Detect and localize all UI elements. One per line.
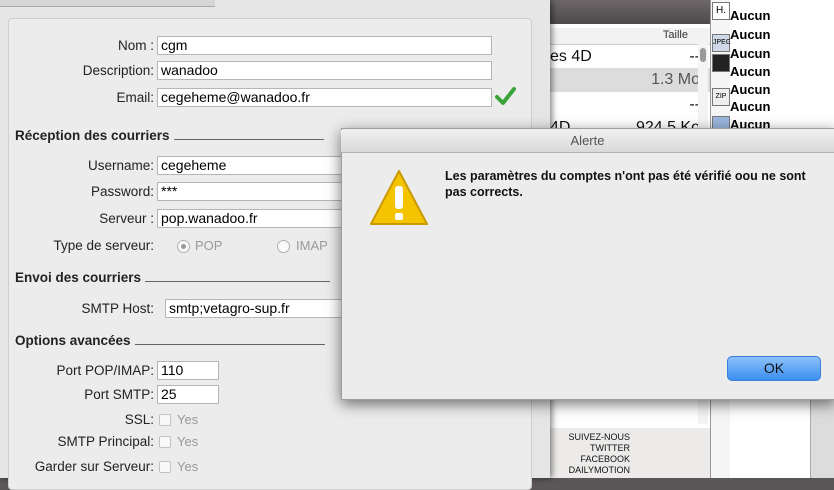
ok-button[interactable]: OK	[727, 356, 821, 381]
window-top-strip	[0, 0, 215, 7]
email-field[interactable]: cegeheme@wanadoo.fr	[157, 88, 492, 107]
background-list-row[interactable]: 1.3 Mo	[548, 68, 710, 92]
server-type-label: Type de serveur:	[53, 238, 154, 253]
aucun-label: Aucun	[730, 82, 771, 97]
radio-imap-label: IMAP	[296, 238, 328, 253]
smtp-host-field[interactable]: smtp;vetagro-sup.fr	[165, 299, 347, 318]
jpeg-file-icon[interactable]: JPEG	[712, 34, 732, 52]
port-smtp-label: Port SMTP:	[84, 387, 154, 402]
aucun-label: Aucun	[730, 99, 771, 114]
aucun-label: Aucun	[730, 8, 771, 23]
smtp-principal-label: SMTP Principal:	[57, 434, 154, 449]
thumb-label: H.	[716, 5, 726, 16]
radio-pop[interactable]	[177, 240, 190, 253]
description-field[interactable]: wanadoo	[157, 61, 492, 80]
thumbnail-h-icon[interactable]: H.	[712, 2, 730, 20]
row-name: es 4D	[550, 48, 592, 65]
email-label: Email:	[116, 90, 154, 105]
username-label: Username:	[87, 158, 154, 173]
serveur-field[interactable]: pop.wanadoo.fr	[157, 209, 347, 228]
alert-title: Alerte	[570, 133, 605, 148]
social-links: SUIVEZ-NOUS TWITTER FACEBOOK DAILYMOTION	[560, 432, 630, 476]
section-title: Réception des courriers	[15, 128, 170, 143]
section-title: Options avancées	[15, 333, 131, 348]
warning-icon	[370, 170, 428, 225]
serveur-label: Serveur :	[99, 211, 154, 226]
background-scroll-thumb[interactable]	[700, 48, 706, 62]
background-toolbar	[548, 0, 710, 24]
options-section-heading: Options avancées	[15, 333, 325, 348]
password-label: Password:	[90, 184, 154, 199]
radio-selected-dot	[181, 244, 186, 249]
username-field[interactable]: cegeheme	[157, 156, 347, 175]
password-field[interactable]: ***	[157, 182, 347, 201]
alert-message: Les paramètres du comptes n'ont pas été …	[445, 169, 806, 199]
envoi-section-heading: Envoi des courriers	[15, 270, 331, 285]
section-divider	[134, 343, 325, 345]
ssl-label: SSL:	[124, 412, 154, 427]
aucun-label: Aucun	[730, 46, 771, 61]
taille-column-label: Taille	[662, 29, 688, 41]
zip-file-icon[interactable]: ZIP	[712, 88, 730, 106]
port-pop-field[interactable]: 110	[157, 361, 219, 380]
nom-field[interactable]: cgm	[157, 36, 492, 55]
background-list-row[interactable]: --	[548, 93, 710, 117]
ssl-option-label: Yes	[177, 412, 199, 427]
ssl-checkbox[interactable]	[159, 414, 171, 426]
thumb-label: ZIP	[715, 93, 727, 100]
social-link[interactable]: FACEBOOK	[560, 454, 630, 465]
section-title: Envoi des courriers	[15, 270, 142, 285]
smtp-host-label: SMTP Host:	[81, 301, 154, 316]
reception-section-heading: Réception des courriers	[15, 128, 324, 143]
garder-label: Garder sur Serveur:	[34, 459, 154, 474]
port-pop-label: Port POP/IMAP:	[56, 363, 154, 378]
radio-pop-label: POP	[195, 238, 223, 253]
port-smtp-field[interactable]: 25	[157, 385, 219, 404]
garder-checkbox[interactable]	[159, 461, 171, 473]
social-link[interactable]: DAILYMOTION	[560, 465, 630, 476]
social-link[interactable]: TWITTER	[560, 443, 630, 454]
garder-option-label: Yes	[177, 459, 199, 474]
background-column-header[interactable]: Taille	[548, 28, 710, 45]
radio-imap[interactable]	[277, 240, 290, 253]
thumb-label: JPEG	[713, 39, 732, 46]
background-list-row[interactable]: es 4D --	[548, 45, 710, 69]
section-divider	[145, 280, 331, 282]
smtp-principal-checkbox[interactable]	[159, 436, 171, 448]
smtp-principal-option-label: Yes	[177, 434, 199, 449]
checkmark-icon	[495, 87, 516, 105]
social-link[interactable]: SUIVEZ-NOUS	[560, 432, 630, 443]
description-label: Description:	[82, 63, 154, 78]
monitor-file-icon[interactable]	[712, 54, 730, 72]
section-divider	[173, 138, 324, 140]
aucun-label: Aucun	[730, 27, 771, 42]
row-size: 1.3 Mo	[651, 71, 700, 88]
aucun-label: Aucun	[730, 64, 771, 79]
nom-label: Nom :	[117, 38, 154, 53]
